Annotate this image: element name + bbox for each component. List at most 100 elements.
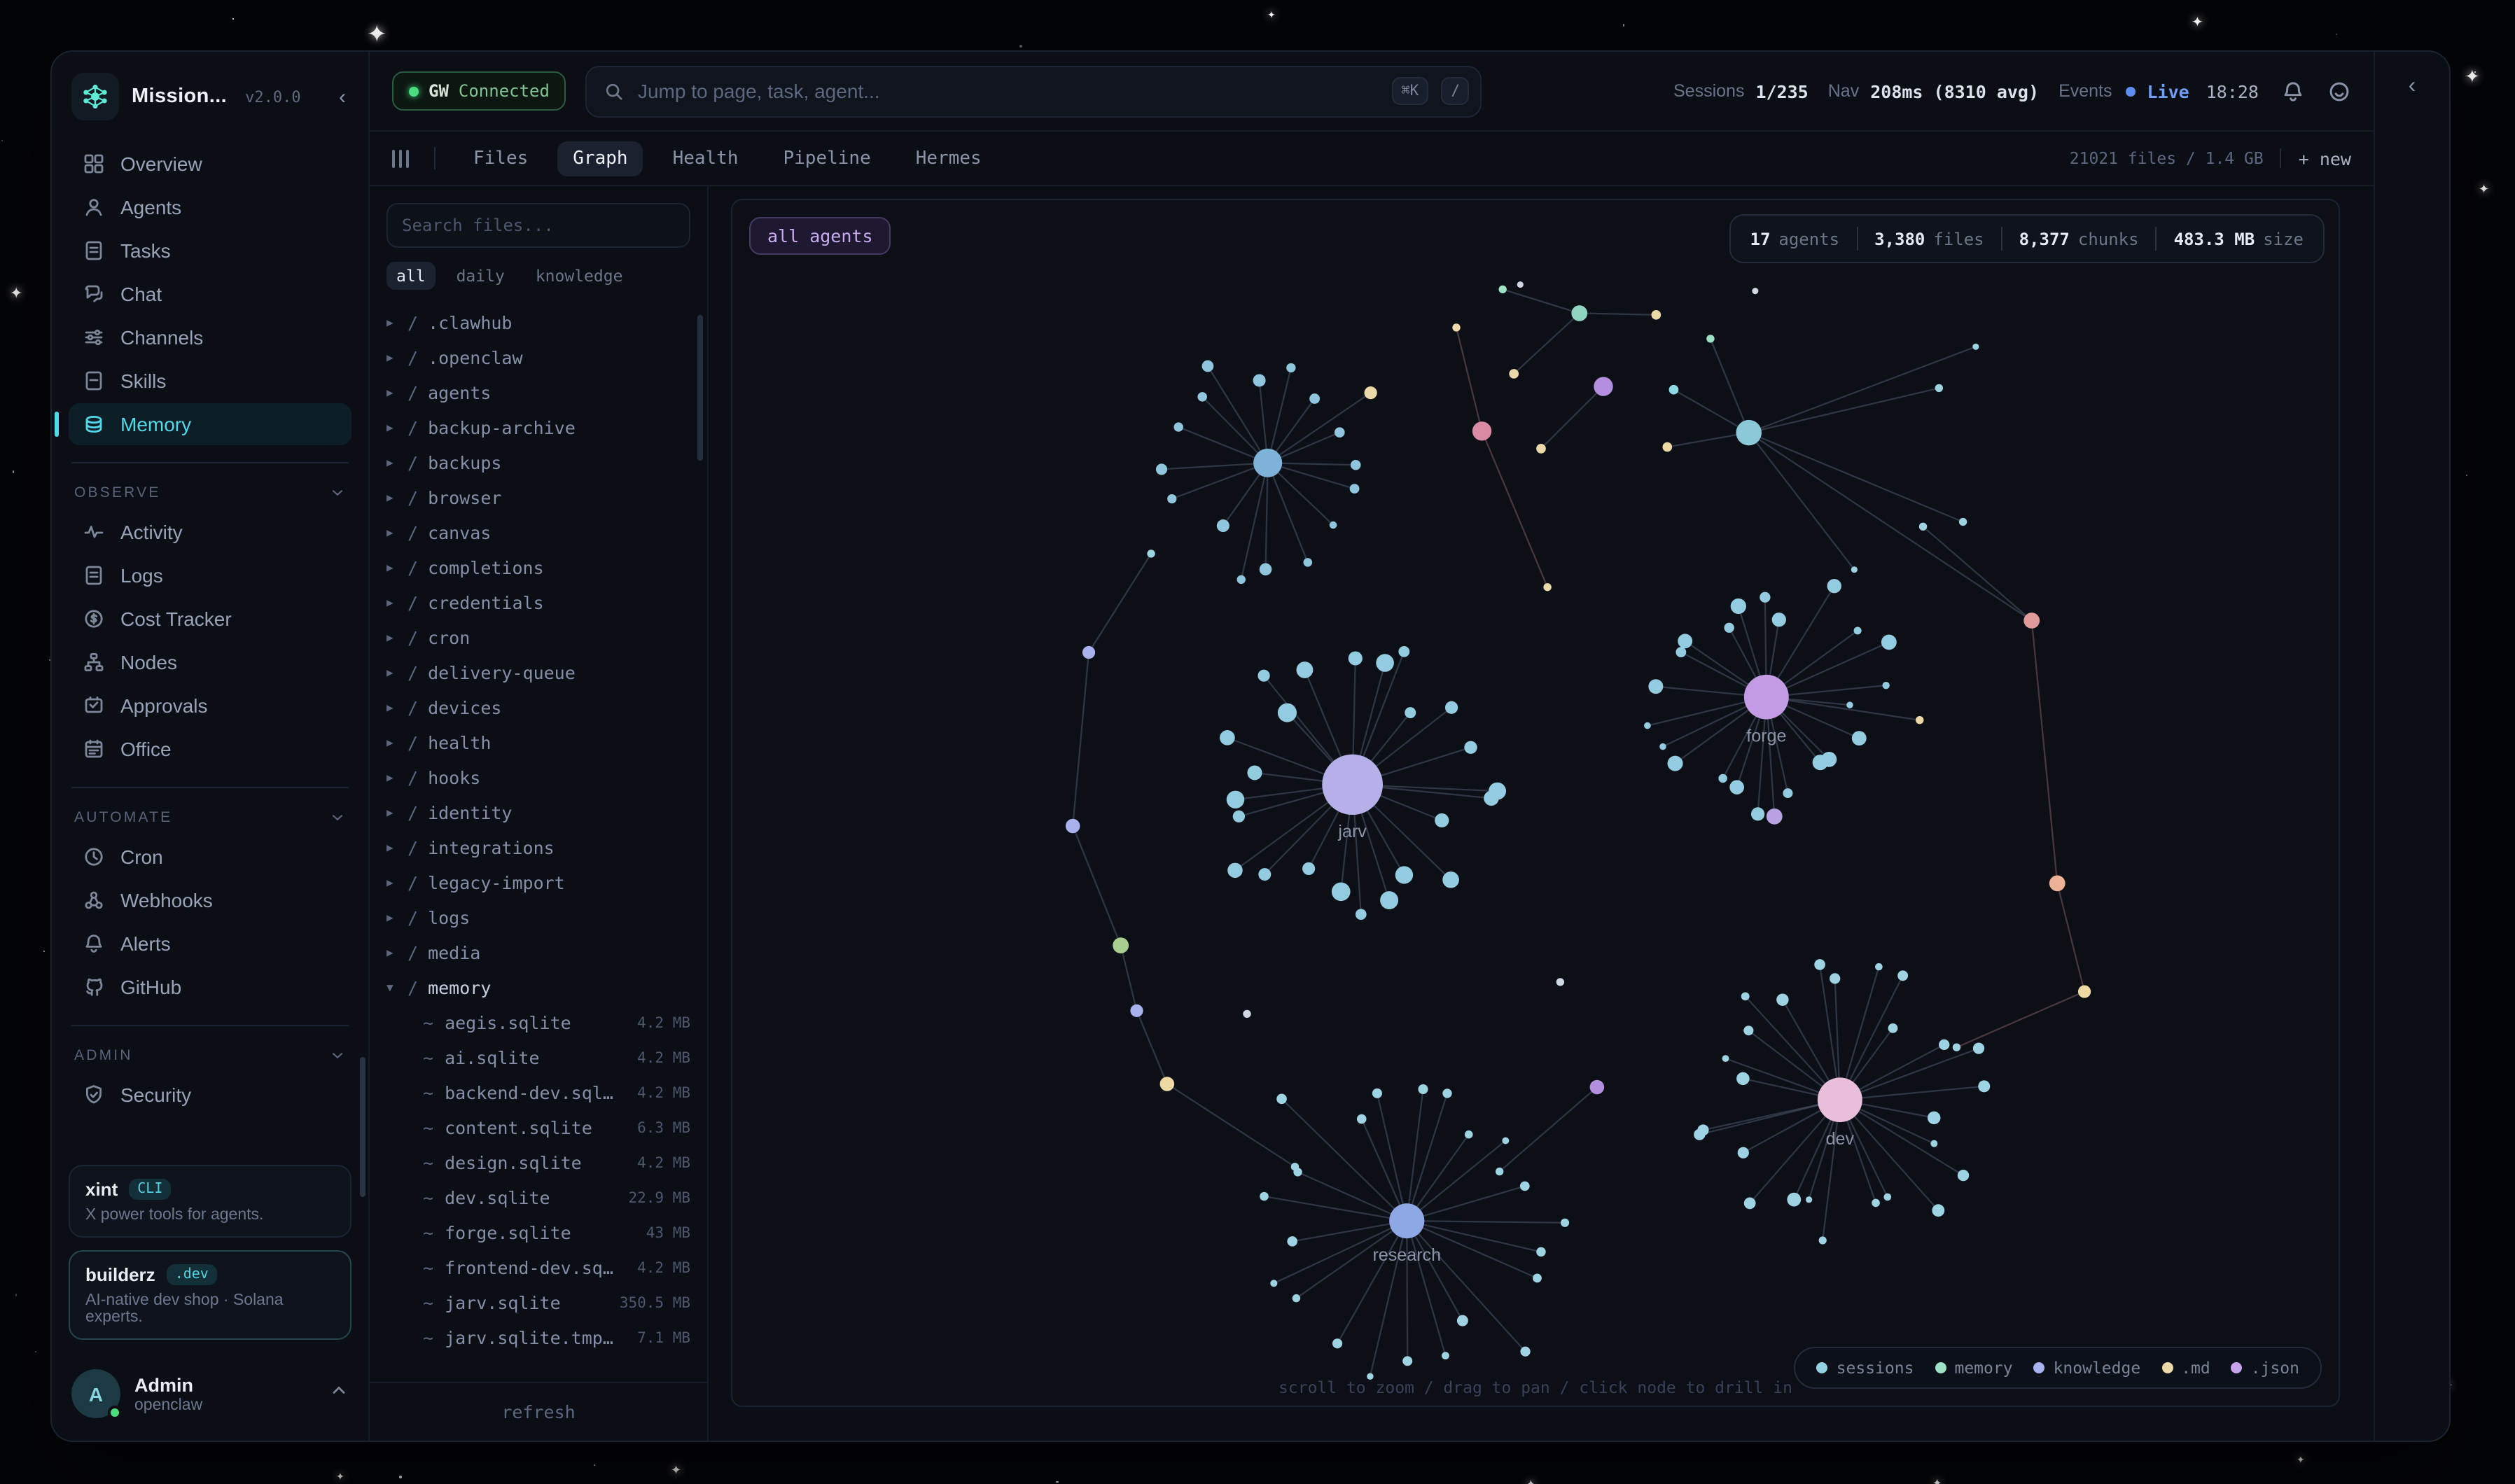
graph-node[interactable] xyxy=(1335,427,1345,438)
graph-node[interactable] xyxy=(1309,393,1320,404)
caret-right-icon[interactable]: ▶ xyxy=(386,911,407,924)
graph-node[interactable] xyxy=(1442,872,1459,888)
graph-node[interactable] xyxy=(1520,1182,1530,1191)
graph-node[interactable] xyxy=(1220,730,1235,746)
graph-node[interactable] xyxy=(2049,876,2065,892)
graph-node[interactable] xyxy=(1787,1193,1801,1207)
graph-node[interactable] xyxy=(1953,1043,1960,1051)
graph-node[interactable] xyxy=(1349,651,1363,665)
graph-node[interactable] xyxy=(1882,682,1889,689)
sidebar-item-overview[interactable]: Overview xyxy=(69,143,351,185)
tab-files[interactable]: Files xyxy=(458,141,543,176)
graph-node[interactable] xyxy=(1395,866,1413,883)
graph-node[interactable] xyxy=(1883,1194,1891,1201)
graph-node[interactable] xyxy=(1356,909,1367,920)
file-row[interactable]: ~aegis.sqlite4.2 MB xyxy=(386,1005,690,1040)
file-row[interactable]: ~jarv.sqlite350.5 MB xyxy=(386,1285,690,1320)
graph-node[interactable] xyxy=(1783,788,1792,798)
sidebar-scrollbar[interactable] xyxy=(360,1057,365,1197)
refresh-button[interactable]: refresh xyxy=(370,1382,707,1441)
graph-node[interactable] xyxy=(1296,662,1313,678)
gateway-status-pill[interactable]: GW Connected xyxy=(392,71,566,111)
graph-node[interactable] xyxy=(1517,281,1524,288)
caret-right-icon[interactable]: ▶ xyxy=(386,701,407,714)
caret-down-icon[interactable]: ▼ xyxy=(386,981,407,994)
graph-node[interactable] xyxy=(1706,335,1714,342)
graph-node[interactable] xyxy=(1130,1004,1143,1017)
graph-node[interactable] xyxy=(1464,741,1477,754)
graph-node[interactable] xyxy=(1846,701,1853,708)
sidebar-item-tasks[interactable]: Tasks xyxy=(69,230,351,272)
graph-node[interactable] xyxy=(1509,369,1519,379)
graph-node[interactable] xyxy=(1919,523,1927,531)
graph-node[interactable] xyxy=(1484,791,1499,806)
graph-node[interactable] xyxy=(1260,564,1272,576)
layout-columns-icon[interactable] xyxy=(392,149,409,167)
graph-node[interactable] xyxy=(1767,808,1783,825)
graph-node[interactable] xyxy=(1731,598,1746,614)
caret-right-icon[interactable]: ▶ xyxy=(386,876,407,889)
graph-node[interactable] xyxy=(1286,363,1295,372)
file-row[interactable]: ~forge.sqlite43 MB xyxy=(386,1215,690,1250)
graph-node[interactable] xyxy=(1669,385,1679,395)
graph-node[interactable] xyxy=(1571,305,1587,321)
sidebar-item-chat[interactable]: Chat xyxy=(69,273,351,315)
graph-node[interactable] xyxy=(1738,1147,1749,1158)
graph-node[interactable] xyxy=(1066,819,1080,833)
graph-node[interactable] xyxy=(1160,1077,1175,1091)
graph-node[interactable] xyxy=(1380,891,1398,909)
agents-filter-pill[interactable]: all agents xyxy=(749,217,891,255)
caret-right-icon[interactable]: ▶ xyxy=(386,806,407,819)
caret-right-icon[interactable]: ▶ xyxy=(386,456,407,469)
graph-node[interactable] xyxy=(1644,722,1651,729)
graph-node[interactable] xyxy=(1852,731,1867,746)
graph-node[interactable] xyxy=(1651,310,1661,320)
notifications-bell-icon[interactable] xyxy=(2281,79,2305,103)
graph-node[interactable] xyxy=(1678,634,1692,648)
graph-node[interactable] xyxy=(1590,1080,1605,1094)
graph-node[interactable] xyxy=(1376,654,1394,672)
graph-node[interactable] xyxy=(1260,1192,1269,1200)
graph-node[interactable] xyxy=(1227,791,1244,808)
user-menu[interactable]: A Admin openclaw xyxy=(52,1352,368,1441)
graph-node[interactable] xyxy=(1932,1204,1944,1217)
file-row[interactable]: ~jarv.sqlite.tmp…7.1 MB xyxy=(386,1320,690,1355)
folder-row-integrations[interactable]: ▶/integrations xyxy=(386,830,690,865)
graph-hub-dev[interactable] xyxy=(1818,1077,1862,1122)
caret-right-icon[interactable]: ▶ xyxy=(386,736,407,749)
graph-node[interactable] xyxy=(1806,1196,1812,1203)
graph-node[interactable] xyxy=(1939,1040,1949,1050)
caret-right-icon[interactable]: ▶ xyxy=(386,526,407,539)
graph-node[interactable] xyxy=(1736,1072,1750,1085)
folder-row-media[interactable]: ▶/media xyxy=(386,935,690,970)
sidebar-item-security[interactable]: Security xyxy=(69,1074,351,1116)
graph-node[interactable] xyxy=(1442,1352,1449,1359)
tab-health[interactable]: Health xyxy=(657,141,754,176)
graph-node[interactable] xyxy=(1452,323,1460,331)
graph-hub-jarv[interactable] xyxy=(1322,755,1383,815)
graph-node[interactable] xyxy=(1270,1280,1277,1287)
folder-row-health[interactable]: ▶/health xyxy=(386,725,690,760)
folder-row-memory[interactable]: ▼/memory xyxy=(386,970,690,1005)
graph-node[interactable] xyxy=(1972,344,1979,350)
folder-row-agents[interactable]: ▶/agents xyxy=(386,375,690,410)
graph-node[interactable] xyxy=(1935,384,1943,392)
sidebar-item-approvals[interactable]: Approvals xyxy=(69,685,351,727)
file-panel-scrollbar[interactable] xyxy=(697,315,703,461)
graph-node[interactable] xyxy=(1533,1273,1542,1282)
graph-node[interactable] xyxy=(1197,392,1207,401)
tab-pipeline[interactable]: Pipeline xyxy=(768,141,886,176)
graph-node[interactable] xyxy=(1958,1170,1969,1181)
graph-node[interactable] xyxy=(1662,442,1672,452)
graph-node[interactable] xyxy=(1819,1236,1827,1244)
filter-chip-all[interactable]: all xyxy=(386,262,436,290)
graph-node[interactable] xyxy=(1536,444,1546,454)
graph-node[interactable] xyxy=(1472,421,1491,440)
graph-node[interactable] xyxy=(1751,807,1764,820)
graph-node[interactable] xyxy=(1760,592,1770,603)
graph-node[interactable] xyxy=(1872,1199,1880,1208)
graph-node[interactable] xyxy=(1776,994,1788,1006)
global-search[interactable]: ⌘K / xyxy=(586,65,1482,117)
promo-card-builderz[interactable]: builderz.devAI-native dev shop · Solana … xyxy=(69,1250,351,1340)
graph-node[interactable] xyxy=(1405,707,1416,718)
